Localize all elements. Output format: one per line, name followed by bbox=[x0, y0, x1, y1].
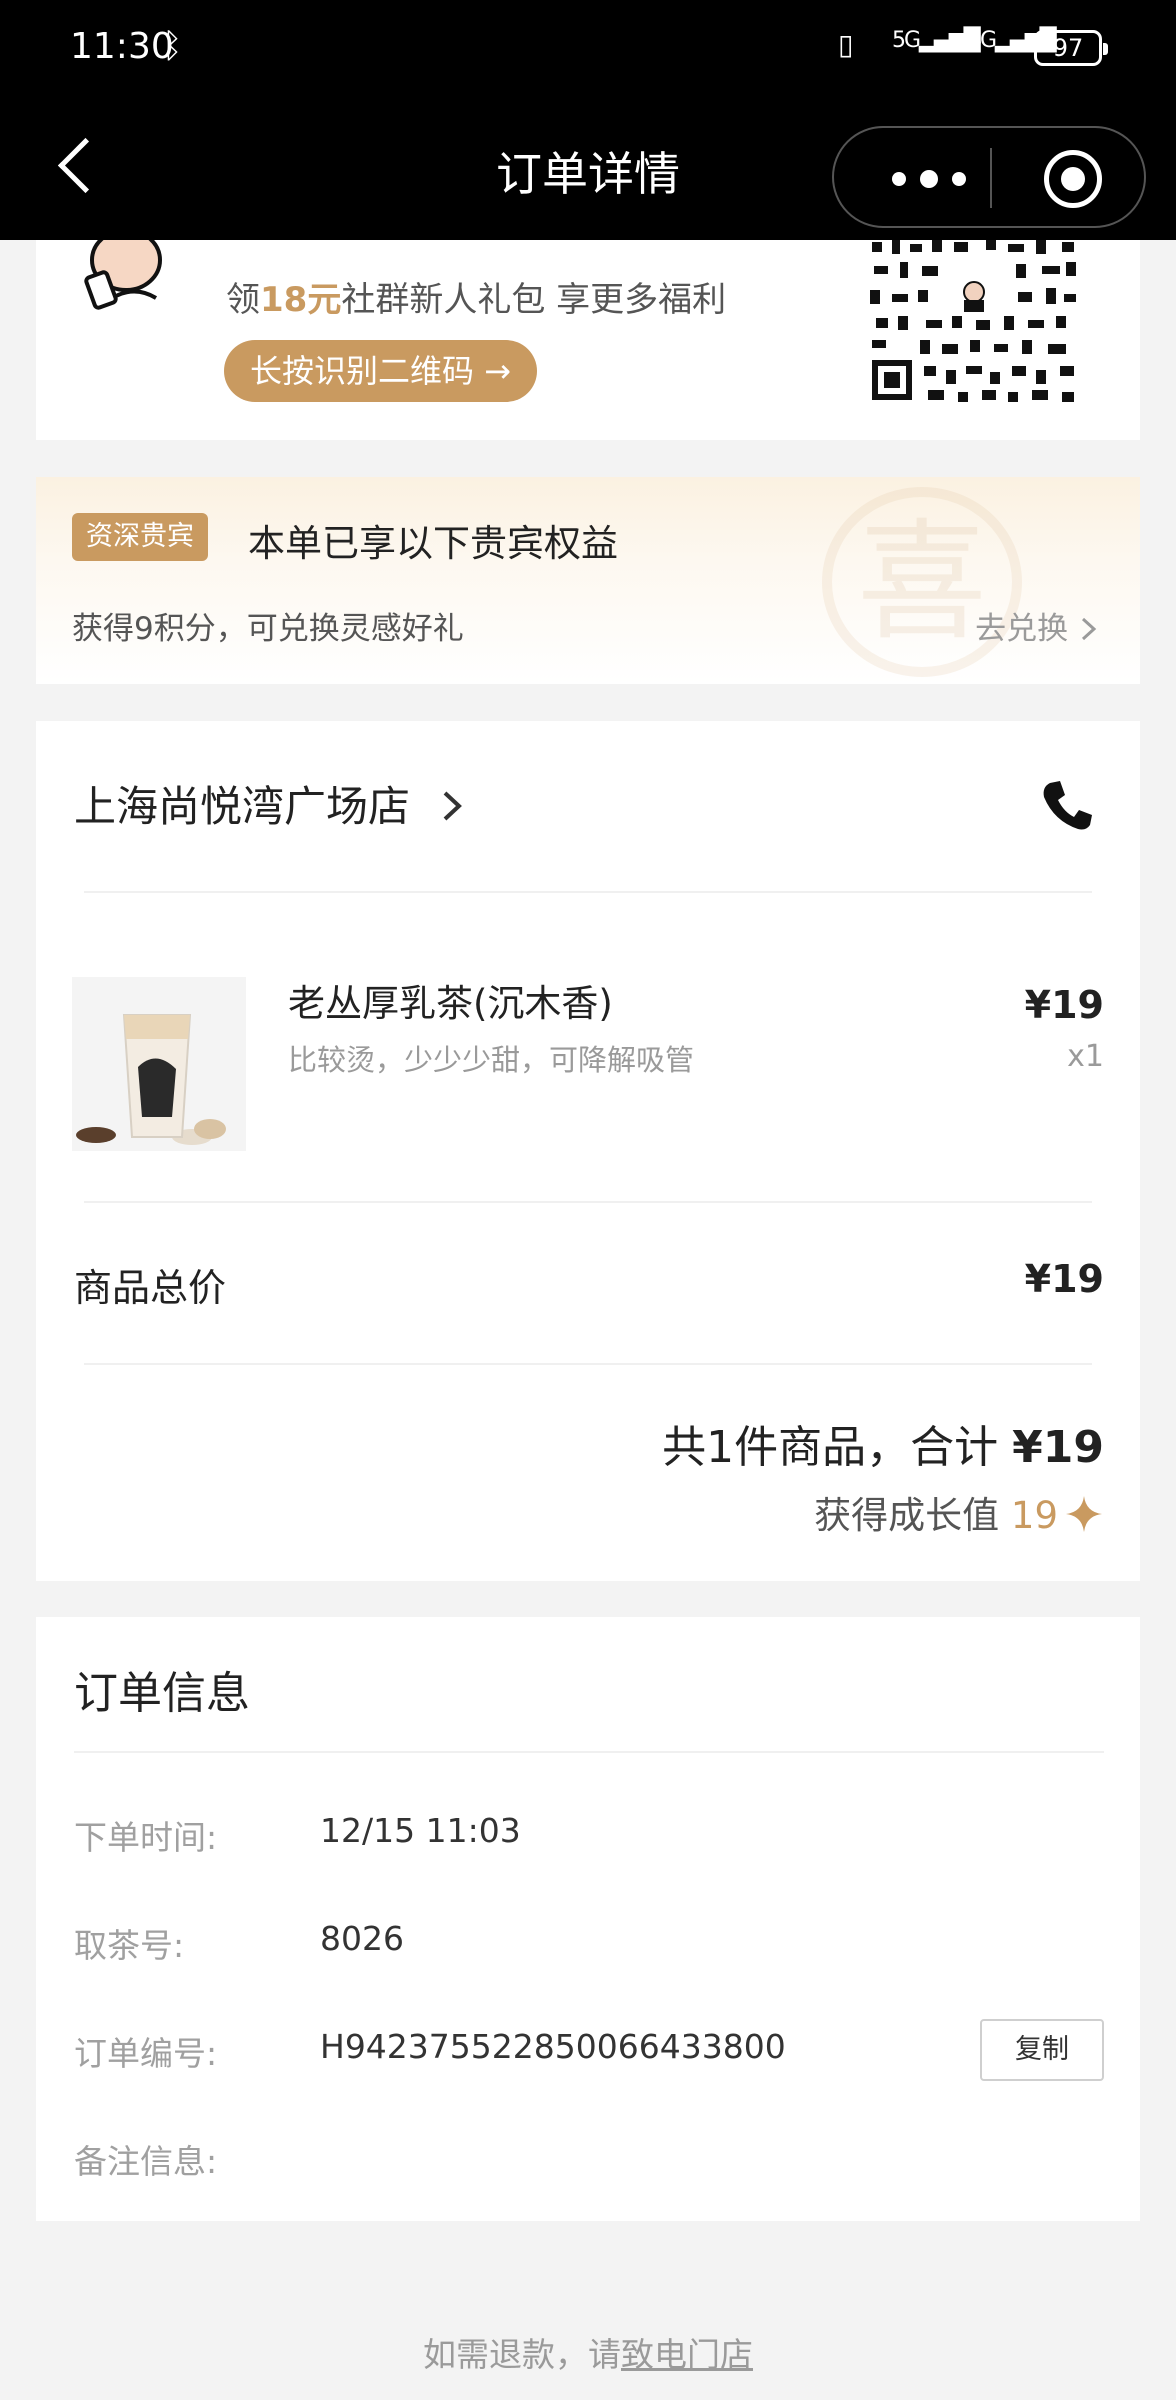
subtotal-value: ¥19 bbox=[1024, 1257, 1104, 1301]
bluetooth-icon: ᛒ bbox=[162, 26, 183, 66]
status-time: 11:30 bbox=[70, 26, 174, 67]
mascot-icon bbox=[84, 240, 162, 310]
info-value: H942375522850066433800 bbox=[320, 2027, 786, 2066]
vibrate-icon: ▯ bbox=[838, 28, 854, 61]
product-name: 老丛厚乳茶(沉木香) bbox=[288, 982, 613, 1025]
subtotal-label: 商品总价 bbox=[74, 1266, 227, 1310]
qr-code[interactable] bbox=[866, 240, 1082, 406]
xi-watermark: 喜 bbox=[822, 487, 1022, 677]
info-value: 8026 bbox=[320, 1919, 404, 1958]
redeem-link[interactable]: 去兑换 bbox=[975, 603, 1100, 648]
refund-note: 如需退款，请致电门店 bbox=[423, 2335, 753, 2374]
call-store-link[interactable]: 致电门店 bbox=[621, 2335, 753, 2374]
divider bbox=[84, 1363, 1092, 1365]
divider bbox=[84, 891, 1092, 893]
product-quantity: x1 bbox=[1067, 1039, 1104, 1074]
store-link[interactable]: 上海尚悦湾广场店 bbox=[74, 773, 467, 834]
info-label: 下单时间: bbox=[74, 1818, 218, 1857]
status-bar: 11:30 ᛒ ▯ 5G▂▄▆█ 4G▂▄▆█ 97 bbox=[0, 0, 1176, 98]
info-value: 12/15 11:03 bbox=[320, 1811, 521, 1850]
signal-5g-icon: 5G▂▄▆█ bbox=[892, 28, 981, 53]
promo-text: 领18元社群新人礼包 享更多福利 bbox=[226, 280, 727, 320]
battery-icon: 97 bbox=[1034, 30, 1108, 66]
nav-bar: 订单详情 bbox=[0, 98, 1176, 240]
close-miniprogram-icon[interactable] bbox=[1044, 150, 1102, 208]
chevron-right-icon bbox=[1081, 617, 1097, 641]
vip-headline: 本单已享以下贵宾权益 bbox=[248, 522, 618, 565]
points-earned-text: 获得9积分，可兑换灵感好礼 bbox=[72, 611, 464, 647]
capsule-divider bbox=[990, 148, 992, 208]
product-image[interactable] bbox=[72, 977, 246, 1151]
info-label: 订单编号: bbox=[74, 2034, 218, 2073]
sparkle-icon bbox=[1066, 1496, 1102, 1532]
miniprogram-capsule bbox=[832, 126, 1146, 228]
chevron-right-icon bbox=[444, 791, 463, 821]
growth-points: 获得成长值 19 bbox=[814, 1485, 1104, 1539]
scan-qr-button[interactable]: 长按识别二维码 → bbox=[224, 340, 537, 402]
order-total: 共1件商品，合计 ¥19 bbox=[662, 1422, 1104, 1473]
order-info-heading: 订单信息 bbox=[74, 1668, 250, 1719]
vip-benefits-card: 喜 资深贵宾 本单已享以下贵宾权益 获得9积分，可兑换灵感好礼 去兑换 bbox=[36, 477, 1140, 684]
divider bbox=[84, 1201, 1092, 1203]
community-promo-card: 领18元社群新人礼包 享更多福利 长按识别二维码 → bbox=[36, 240, 1140, 440]
order-card: 上海尚悦湾广场店 老丛厚乳茶(沉木香) 比较烫，少少少甜，可降解吸管 ¥19 x… bbox=[36, 721, 1140, 1581]
product-price: ¥19 bbox=[1024, 983, 1104, 1027]
product-options: 比较烫，少少少甜，可降解吸管 bbox=[288, 1043, 695, 1077]
info-label: 备注信息: bbox=[74, 2142, 218, 2181]
info-label: 取茶号: bbox=[74, 1926, 185, 1965]
copy-order-number-button[interactable]: 复制 bbox=[980, 2019, 1104, 2081]
divider bbox=[74, 1751, 1104, 1753]
order-info-card: 订单信息 下单时间: 12/15 11:03 取茶号: 8026 订单编号: H… bbox=[36, 1617, 1140, 2221]
vip-level-badge: 资深贵宾 bbox=[72, 513, 208, 561]
more-dots-icon[interactable] bbox=[874, 148, 984, 208]
phone-icon[interactable] bbox=[1038, 777, 1094, 833]
